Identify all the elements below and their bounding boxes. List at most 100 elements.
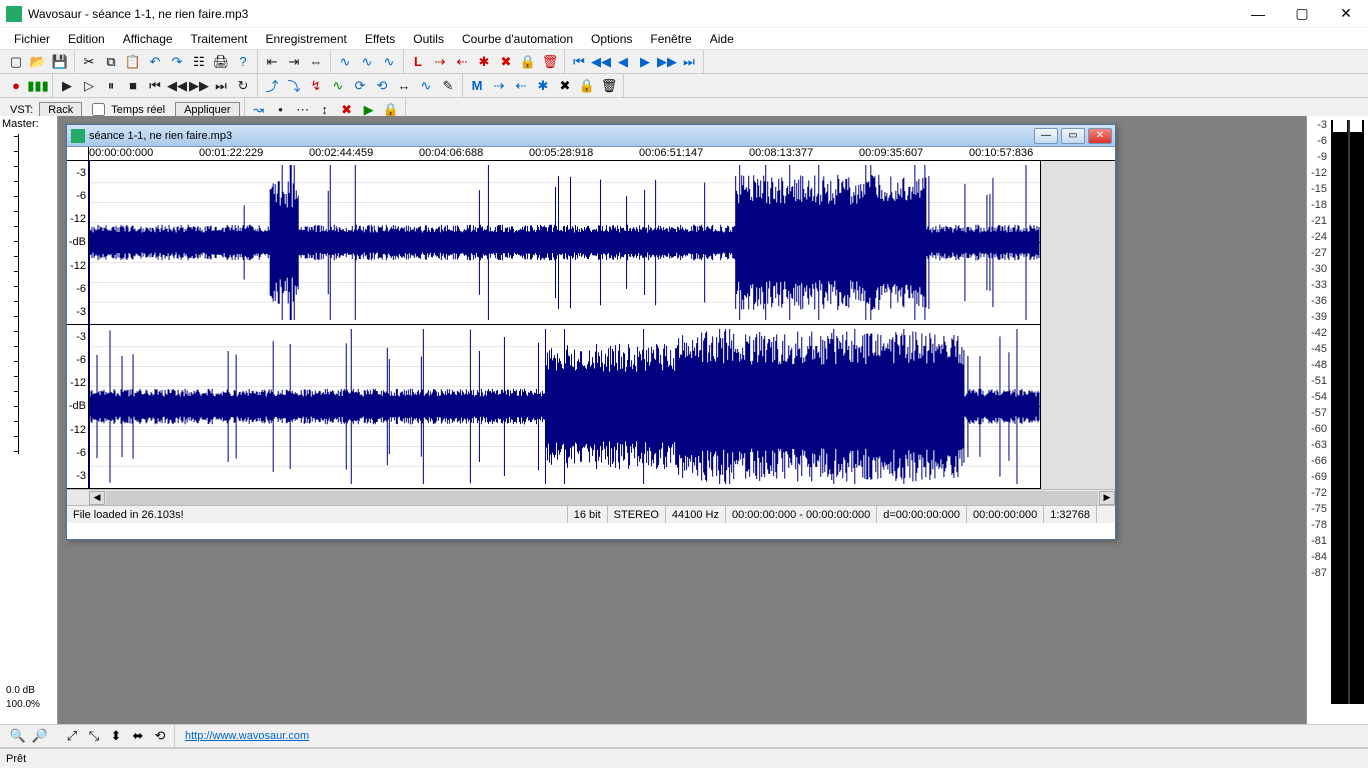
website-link[interactable]: http://www.wavosaur.com <box>185 730 309 742</box>
menu-affichage[interactable]: Affichage <box>115 30 181 48</box>
save-file-icon[interactable]: 💾 <box>50 52 70 72</box>
rewind-icon[interactable]: ◀◀ <box>167 76 187 96</box>
repeat-icon[interactable]: ↻ <box>233 76 253 96</box>
scroll-track[interactable] <box>106 491 1098 505</box>
print-icon[interactable]: 🖨 <box>211 52 231 72</box>
tool-g-icon[interactable]: ↔ <box>394 76 414 96</box>
wave-tool-1-icon[interactable]: ∿ <box>335 52 355 72</box>
zoom-sel-icon[interactable]: ⤢ <box>62 726 82 746</box>
zoom-h-icon[interactable]: ⬌ <box>128 726 148 746</box>
menu-traitement[interactable]: Traitement <box>183 30 256 48</box>
loop-clear-icon[interactable]: ✖ <box>496 52 516 72</box>
menu-aide[interactable]: Aide <box>702 30 742 48</box>
copy-icon[interactable]: ⧉ <box>101 52 121 72</box>
timestamp: 00:02:44:459 <box>309 147 373 159</box>
nav-prev2-icon[interactable]: ⏮ <box>569 52 589 72</box>
menu-edition[interactable]: Edition <box>60 30 113 48</box>
waveform-channel-left[interactable] <box>89 161 1040 325</box>
child-maximize-button[interactable]: ▭ <box>1061 128 1085 144</box>
monitor-icon[interactable]: ▮▮▮ <box>28 76 48 96</box>
loop-start-icon[interactable]: L <box>408 52 428 72</box>
open-file-icon[interactable]: 📂 <box>28 52 48 72</box>
menu-fichier[interactable]: Fichier <box>6 30 58 48</box>
db-scale: -3-6-12-dB-12-6-3 -3-6-12-dB-12-6-3 <box>67 161 89 489</box>
marker-m-icon[interactable]: M <box>467 76 487 96</box>
marker-out-icon[interactable]: ⇠ <box>511 76 531 96</box>
zoom-in-icon[interactable]: 🔍 <box>8 726 28 746</box>
waveform-channel-right[interactable] <box>89 325 1040 489</box>
play2-icon[interactable]: ▷ <box>79 76 99 96</box>
loop-in-icon[interactable]: ⇢ <box>430 52 450 72</box>
nav-back-icon[interactable]: ◀ <box>613 52 633 72</box>
paste-icon[interactable]: 📋 <box>123 52 143 72</box>
pause-icon[interactable]: ⏸ <box>101 76 121 96</box>
stop-icon[interactable]: ■ <box>123 76 143 96</box>
waveform-area[interactable] <box>89 161 1041 489</box>
nav-prev-icon[interactable]: ◀◀ <box>591 52 611 72</box>
timestamp: 00:01:22:229 <box>199 147 263 159</box>
record-icon[interactable]: ● <box>6 76 26 96</box>
wave-tool-2-icon[interactable]: ∿ <box>357 52 377 72</box>
child-close-button[interactable]: ✕ <box>1088 128 1112 144</box>
nav-next2-icon[interactable]: ⏭ <box>679 52 699 72</box>
help-icon[interactable]: ? <box>233 52 253 72</box>
new-file-icon[interactable]: ▢ <box>6 52 26 72</box>
maximize-button[interactable]: ▢ <box>1280 1 1324 27</box>
properties-icon[interactable]: ☷ <box>189 52 209 72</box>
menu-options[interactable]: Options <box>583 30 640 48</box>
nav-next-icon[interactable]: ▶▶ <box>657 52 677 72</box>
tool-c-icon[interactable]: ↯ <box>306 76 326 96</box>
tool-wave-icon[interactable]: ∿ <box>416 76 436 96</box>
loop-out-icon[interactable]: ⇠ <box>452 52 472 72</box>
trim-left-icon[interactable]: ⇤ <box>262 52 282 72</box>
zoom-v-icon[interactable]: ⬍ <box>106 726 126 746</box>
zoom-reset-icon[interactable]: ⟲ <box>150 726 170 746</box>
tool-d-icon[interactable]: ∿ <box>328 76 348 96</box>
trim-both-icon[interactable]: ⇔ <box>306 52 326 72</box>
nav-fwd-icon[interactable]: ▶ <box>635 52 655 72</box>
marker-in-icon[interactable]: ⇢ <box>489 76 509 96</box>
loop-lock-icon[interactable]: 🔒 <box>518 52 538 72</box>
scroll-right-button[interactable]: ▶ <box>1099 491 1115 505</box>
marker-x-icon[interactable]: ✱ <box>533 76 553 96</box>
scroll-left-button[interactable]: ◀ <box>89 491 105 505</box>
timestamp: 00:00:00:000 <box>89 147 153 159</box>
timestamp: 00:10:57:836 <box>969 147 1033 159</box>
child-titlebar[interactable]: séance 1-1, ne rien faire.mp3 — ▭ ✕ <box>67 125 1115 147</box>
play-icon[interactable]: ▶ <box>57 76 77 96</box>
horizontal-scrollbar[interactable]: ◀ ▶ <box>67 489 1115 505</box>
loop-del-icon[interactable]: ✱ <box>474 52 494 72</box>
menu-effets[interactable]: Effets <box>357 30 403 48</box>
wave-tool-3-icon[interactable]: ∿ <box>379 52 399 72</box>
zoom-out-icon[interactable]: 🔎 <box>30 726 50 746</box>
forward-icon[interactable]: ▶▶ <box>189 76 209 96</box>
marker-clear-icon[interactable]: ✖ <box>555 76 575 96</box>
undo-icon[interactable]: ↶ <box>145 52 165 72</box>
timeline-ruler[interactable]: 00:00:00:00000:01:22:22900:02:44:45900:0… <box>67 147 1115 161</box>
loop-trash-icon[interactable]: 🗑 <box>540 52 560 72</box>
menu-outils[interactable]: Outils <box>405 30 452 48</box>
marker-trash-icon[interactable]: 🗑 <box>599 76 619 96</box>
go-end-icon[interactable]: ⏭ <box>211 76 231 96</box>
tool-b-icon[interactable]: ⤵ <box>284 76 304 96</box>
tool-pencil-icon[interactable]: ✎ <box>438 76 458 96</box>
trim-right-icon[interactable]: ⇥ <box>284 52 304 72</box>
minimize-button[interactable]: — <box>1236 1 1280 27</box>
zoom-fit-icon[interactable]: ⤡ <box>84 726 104 746</box>
vst-realtime-checkbox[interactable] <box>92 103 105 116</box>
child-minimize-button[interactable]: — <box>1034 128 1058 144</box>
menu-automation[interactable]: Courbe d'automation <box>454 30 581 48</box>
marker-lock-icon[interactable]: 🔒 <box>577 76 597 96</box>
menu-fenetre[interactable]: Fenêtre <box>642 30 699 48</box>
tool-e-icon[interactable]: ⟳ <box>350 76 370 96</box>
tool-a-icon[interactable]: ⤴ <box>262 76 282 96</box>
go-start-icon[interactable]: ⏮ <box>145 76 165 96</box>
redo-icon[interactable]: ↷ <box>167 52 187 72</box>
close-button[interactable]: ✕ <box>1324 1 1368 27</box>
tool-f-icon[interactable]: ⟲ <box>372 76 392 96</box>
menu-enregistrement[interactable]: Enregistrement <box>257 30 354 48</box>
cut-icon[interactable]: ✂ <box>79 52 99 72</box>
main-statusbar: Prêt <box>0 748 1368 768</box>
meter-scale: -3-6-9-12-15-18-21-24-27-30-33-36-39-42-… <box>1307 116 1329 724</box>
status-range: 00:00:00:000 - 00:00:00:000 <box>726 506 877 523</box>
